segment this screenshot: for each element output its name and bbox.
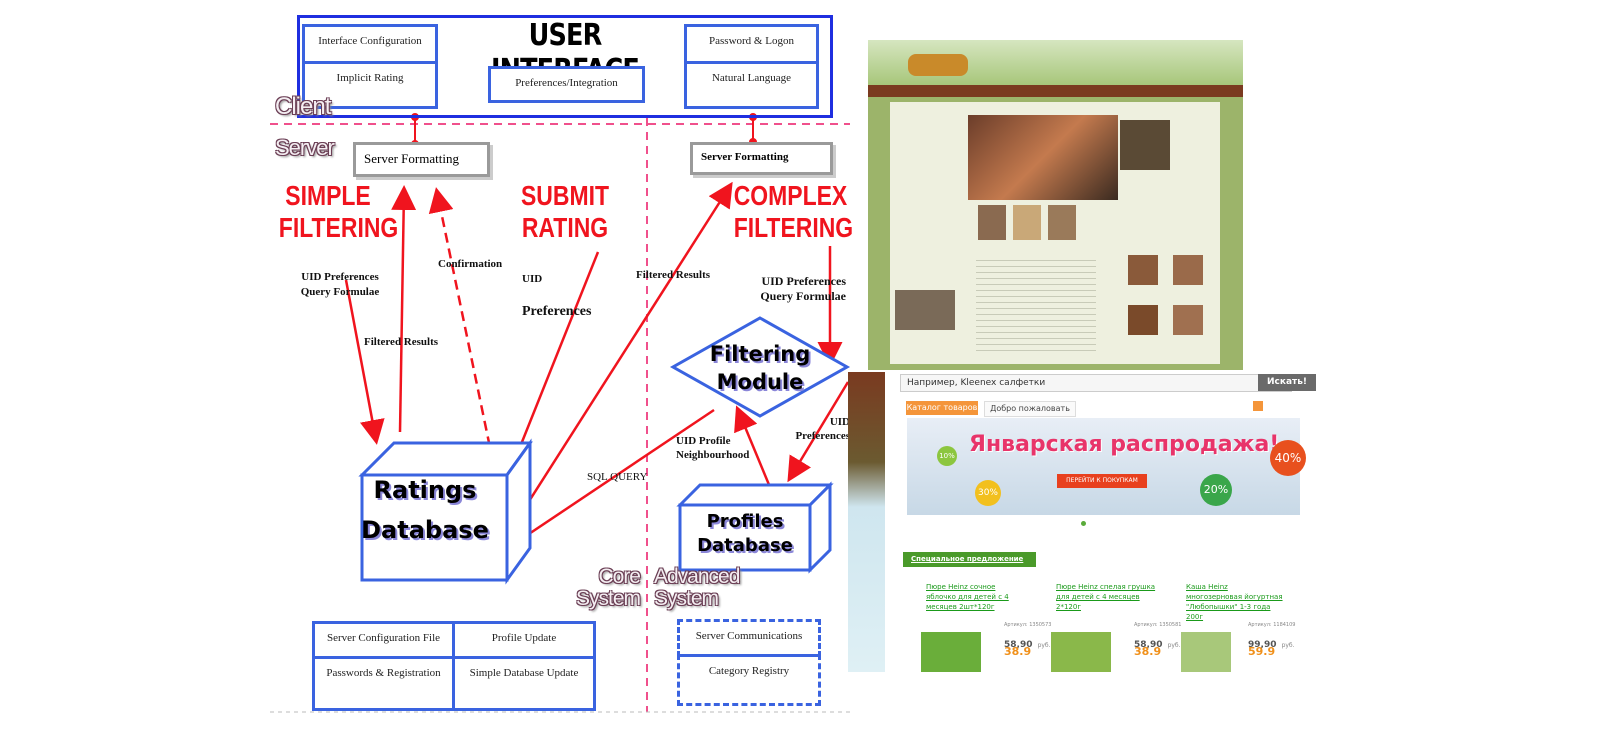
ratings-database-label: Ratings Database: [361, 476, 489, 544]
product-card[interactable]: Пюре Heinz сочное яблочко для детей с 4 …: [921, 582, 1051, 672]
product-name[interactable]: Пюре Heinz спелая грушка для детей с 4 м…: [1056, 582, 1156, 612]
product-image: [1181, 632, 1231, 672]
label-confirmation: Confirmation: [438, 258, 503, 270]
core-item-passwords-registration: Passwords & Registration: [312, 656, 455, 711]
advanced-item-server-communications: Server Communications: [677, 619, 821, 657]
view-grid-icon[interactable]: [1253, 401, 1263, 411]
product-article: Артикул: 1350581: [1134, 622, 1182, 628]
search-button[interactable]: Искать!: [1258, 374, 1316, 391]
product-card[interactable]: Пюре Heinz спелая грушка для детей с 4 м…: [1051, 582, 1181, 672]
ui-item-natural-language: Natural Language: [684, 61, 819, 109]
currency: руб.: [1281, 642, 1295, 649]
label-preferences: Preferences: [522, 304, 592, 319]
arrow-uid-preferences-query: [344, 279, 385, 445]
process-submit-rating: SUBMIT RATING: [520, 180, 609, 243]
server-formatting-left: Server Formatting: [353, 142, 490, 177]
special-offer-header: Специальное предложение: [903, 552, 1036, 567]
label-uid: UID: [522, 273, 543, 285]
tab-catalog[interactable]: Каталог товаров: [906, 401, 978, 415]
advanced-item-category-registry: Category Registry: [677, 654, 821, 706]
product-image: [921, 632, 981, 672]
tab-welcome[interactable]: Добро пожаловать: [984, 401, 1076, 417]
website-screenshot-movies: [868, 40, 1243, 370]
label-uid-profile-neighbourhood: UID Profile Neighbourhood: [676, 435, 750, 461]
currency: руб.: [1037, 642, 1051, 649]
banner-cta-button[interactable]: ПЕРЕЙТИ К ПОКУПКАМ: [1057, 474, 1147, 488]
product-price: 38.9: [1134, 645, 1162, 658]
search-input[interactable]: Например, Kleenex салфетки: [900, 374, 1292, 392]
banner-title: Январская распродажа!: [969, 432, 1280, 457]
core-item-server-config: Server Configuration File: [312, 621, 455, 659]
process-complex-filtering: COMPLEX FILTERING: [733, 180, 854, 243]
ui-item-interface-configuration: Interface Configuration: [302, 24, 438, 64]
product-price: 38.9: [1004, 645, 1032, 658]
profiles-database-label: Profiles Database: [697, 511, 793, 556]
discount-40: 40%: [1270, 440, 1306, 476]
zone-label-advanced-system: Advanced System: [654, 565, 740, 610]
arrow-confirmation: [428, 187, 495, 463]
discount-10: 10%: [937, 446, 957, 466]
currency: руб.: [1167, 642, 1181, 649]
discount-30: 30%: [975, 480, 1001, 506]
server-formatting-right: Server Formatting: [690, 142, 833, 175]
label-filtered-results-complex: Filtered Results: [636, 269, 711, 281]
product-card[interactable]: Каша Heinz многозерновая йогуртная "Любо…: [1181, 582, 1306, 672]
label-filtered-results: Filtered Results: [364, 336, 439, 348]
zone-label-core-system: Core System: [575, 565, 641, 610]
zone-label-server: Server: [275, 135, 335, 160]
label-sql-query: SQL QUERY: [587, 471, 648, 483]
label-uid-preferences-query-complex: UID Preferences Query Formulae: [760, 274, 846, 303]
arrow-filtered-results: [391, 185, 417, 433]
product-name[interactable]: Каша Heinz многозерновая йогуртная "Любо…: [1186, 582, 1286, 622]
product-article: Артикул: 1184109: [1248, 622, 1296, 628]
filtering-module-label: Filtering Module: [709, 342, 811, 394]
website-screenshot-shop: Например, Kleenex салфетки Искать! Катал…: [848, 372, 1316, 672]
product-article: Артикул: 1350573: [1004, 622, 1052, 628]
label-uid-preferences-query: UID Preferences Query Formulae: [300, 271, 380, 298]
ui-item-preferences-integration: Preferences/Integration: [488, 66, 645, 103]
core-item-profile-update: Profile Update: [452, 621, 596, 659]
core-item-simple-db-update: Simple Database Update: [452, 656, 596, 711]
product-image: [1051, 632, 1111, 672]
product-name[interactable]: Пюре Heinz сочное яблочко для детей с 4 …: [926, 582, 1026, 612]
process-simple-filtering: SIMPLE FILTERING: [278, 180, 399, 243]
carousel-dot[interactable]: [1081, 521, 1086, 526]
discount-20: 20%: [1200, 474, 1232, 506]
ui-item-password-logon: Password & Logon: [684, 24, 819, 64]
label-uid-preferences-profiles: UID Preferences: [795, 416, 850, 442]
zone-label-client: Client: [275, 93, 331, 120]
promo-banner[interactable]: Январская распродажа! ПЕРЕЙТИ К ПОКУПКАМ…: [907, 418, 1306, 515]
product-price: 59.9: [1248, 645, 1276, 658]
